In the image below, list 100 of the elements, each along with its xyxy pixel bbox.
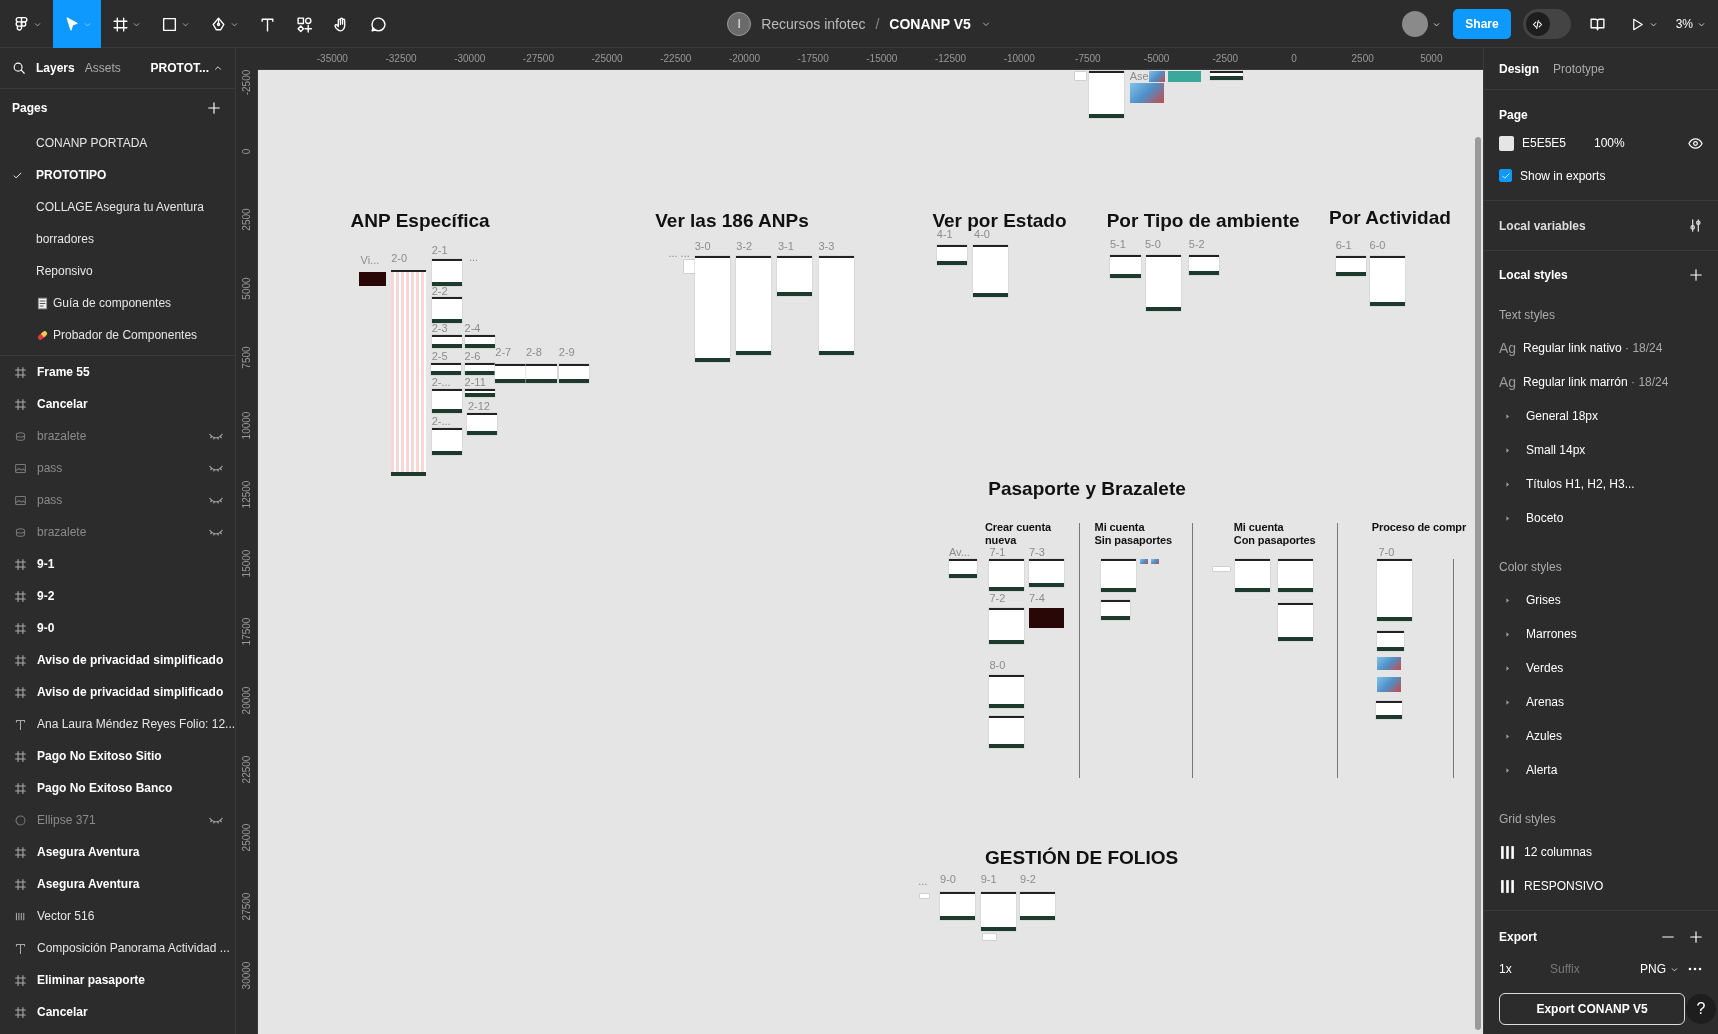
page-menu[interactable]: PROTOT... bbox=[150, 61, 223, 75]
scrollbar[interactable] bbox=[1475, 137, 1481, 1030]
frame-thumbnail[interactable] bbox=[1212, 566, 1231, 571]
frame-thumbnail[interactable] bbox=[1028, 558, 1064, 588]
layer-item[interactable]: 9-1 bbox=[0, 548, 235, 580]
page-item[interactable]: Reponsivo bbox=[0, 255, 235, 287]
frame-thumbnail[interactable] bbox=[989, 608, 1025, 645]
frame-thumbnail[interactable] bbox=[1209, 71, 1243, 80]
frame-thumbnail[interactable] bbox=[1277, 558, 1313, 592]
frame-thumbnail[interactable] bbox=[920, 894, 930, 899]
layer-item[interactable]: 9-2 bbox=[0, 580, 235, 612]
frame-thumbnail[interactable] bbox=[1028, 608, 1064, 628]
layer-item[interactable]: Pago No Exitoso Sitio bbox=[0, 740, 235, 772]
style-item[interactable]: Azules bbox=[1499, 719, 1703, 753]
add-icon[interactable] bbox=[207, 101, 221, 115]
checkbox[interactable] bbox=[1499, 169, 1512, 182]
page-item[interactable]: Probador de Componentes bbox=[0, 319, 235, 351]
layer-item[interactable]: Aviso de privacidad simplificado bbox=[0, 676, 235, 708]
export-button[interactable]: Export CONANP V5 bbox=[1499, 993, 1685, 1025]
layer-item[interactable]: Asegura Aventura bbox=[0, 836, 235, 868]
frame-thumbnail[interactable] bbox=[1188, 255, 1220, 275]
frame-thumbnail[interactable] bbox=[431, 389, 463, 414]
frame-thumbnail[interactable] bbox=[464, 362, 496, 375]
page-item[interactable]: PROTOTIPO bbox=[0, 159, 235, 191]
file-name[interactable]: CONANP V5 bbox=[889, 16, 971, 32]
frame-thumbnail[interactable] bbox=[431, 258, 463, 286]
frame-thumbnail[interactable] bbox=[818, 256, 854, 355]
frame-thumbnail[interactable] bbox=[982, 933, 996, 941]
frame-thumbnail[interactable] bbox=[683, 259, 695, 273]
frame-thumbnail[interactable] bbox=[1377, 558, 1413, 622]
page-item[interactable]: borradores bbox=[0, 223, 235, 255]
frame-thumbnail[interactable] bbox=[694, 256, 730, 362]
panel-tab[interactable]: Assets bbox=[84, 61, 121, 75]
layer-item[interactable]: Composición Panorama Actividad ... bbox=[0, 932, 235, 964]
frame-thumbnail[interactable] bbox=[430, 362, 462, 375]
team-name[interactable]: Recursos infotec bbox=[761, 16, 866, 32]
frame-thumbnail[interactable] bbox=[431, 296, 463, 324]
frame-thumbnail[interactable] bbox=[1020, 891, 1056, 921]
help-button[interactable]: ? bbox=[1686, 994, 1716, 1024]
page-item[interactable]: CONANP PORTADA bbox=[0, 127, 235, 159]
frame-thumbnail[interactable] bbox=[776, 256, 812, 296]
color-hex[interactable]: E5E5E5 bbox=[1522, 136, 1594, 150]
frame-thumbnail[interactable] bbox=[525, 363, 557, 384]
frame-thumbnail[interactable] bbox=[973, 245, 1009, 297]
frame-thumbnail[interactable] bbox=[1377, 631, 1404, 651]
add-icon[interactable] bbox=[1689, 930, 1703, 944]
frame-thumbnail[interactable] bbox=[431, 335, 463, 349]
section-title[interactable]: Local variables bbox=[1499, 213, 1586, 238]
page-item[interactable]: COLLAGE Asegura tu Aventura bbox=[0, 191, 235, 223]
scale-value[interactable]: 1x bbox=[1499, 962, 1538, 976]
frame-thumbnail[interactable] bbox=[464, 389, 496, 397]
layer-item[interactable]: 9-0 bbox=[0, 612, 235, 644]
layer-item[interactable]: pass bbox=[0, 452, 235, 484]
style-item[interactable]: RESPONSIVO bbox=[1499, 869, 1703, 903]
add-icon[interactable] bbox=[1689, 268, 1703, 282]
style-item[interactable]: Ag Regular link nativo · 18/24 bbox=[1499, 331, 1703, 365]
frame-thumbnail[interactable] bbox=[1369, 256, 1405, 306]
layer-item[interactable]: Aviso de privacidad simplificado bbox=[0, 644, 235, 676]
photo-placeholder[interactable] bbox=[1129, 83, 1164, 103]
layer-item[interactable]: brazalete bbox=[0, 516, 235, 548]
layer-item[interactable]: Ana Laura Méndez Reyes Folio: 12... bbox=[0, 708, 235, 740]
photo-placeholder[interactable] bbox=[1377, 657, 1402, 671]
style-item[interactable]: Alerta bbox=[1499, 753, 1703, 787]
frame-thumbnail[interactable] bbox=[1168, 71, 1201, 83]
user-menu-button[interactable] bbox=[1402, 11, 1442, 37]
frame-thumbnail[interactable] bbox=[940, 891, 976, 921]
style-item[interactable]: Ag Regular link marrón · 18/24 bbox=[1499, 365, 1703, 399]
layer-item[interactable]: Pago No Exitoso Banco bbox=[0, 772, 235, 804]
layer-item[interactable]: pass bbox=[0, 484, 235, 516]
frame-thumbnail[interactable] bbox=[359, 271, 386, 286]
frame-thumbnail[interactable] bbox=[1277, 602, 1313, 641]
panel-tab[interactable]: Layers bbox=[36, 61, 75, 75]
panel-tab[interactable]: Prototype bbox=[1553, 61, 1605, 76]
frame-thumbnail[interactable] bbox=[936, 245, 968, 266]
frame-thumbnail[interactable] bbox=[736, 256, 772, 355]
zoom-menu[interactable]: 3% bbox=[1675, 17, 1706, 31]
style-item[interactable]: Verdes bbox=[1499, 651, 1703, 685]
frame-thumbnail[interactable] bbox=[558, 363, 590, 384]
frame-thumbnail[interactable] bbox=[1074, 72, 1086, 80]
layer-item[interactable]: Vector 516 bbox=[0, 900, 235, 932]
layer-item[interactable]: Frame 55 bbox=[0, 356, 235, 388]
style-item[interactable]: 12 columnas bbox=[1499, 835, 1703, 869]
color-swatch[interactable] bbox=[1499, 135, 1514, 151]
layer-item[interactable]: Asegura Aventura bbox=[0, 868, 235, 900]
style-item[interactable]: General 18px bbox=[1499, 399, 1703, 433]
style-item[interactable]: Títulos H1, H2, H3... bbox=[1499, 467, 1703, 501]
frame-thumbnail[interactable] bbox=[464, 335, 496, 349]
frame-thumbnail[interactable] bbox=[1109, 255, 1141, 279]
eye-icon[interactable] bbox=[1688, 135, 1703, 151]
frame-thumbnail[interactable] bbox=[1146, 255, 1182, 312]
opacity-value[interactable]: 100% bbox=[1594, 136, 1625, 150]
page-item[interactable]: Guía de componentes bbox=[0, 287, 235, 319]
frame-thumbnail[interactable] bbox=[1089, 71, 1125, 119]
dev-mode-toggle[interactable] bbox=[1522, 9, 1571, 39]
frame-thumbnail[interactable] bbox=[948, 558, 978, 579]
layer-item[interactable]: brazalete bbox=[0, 420, 235, 452]
style-item[interactable]: Grises bbox=[1499, 583, 1703, 617]
sliders-icon[interactable] bbox=[1688, 218, 1703, 233]
suffix-field[interactable]: Suffix bbox=[1546, 960, 1620, 978]
format-dropdown[interactable]: PNG bbox=[1640, 962, 1679, 976]
